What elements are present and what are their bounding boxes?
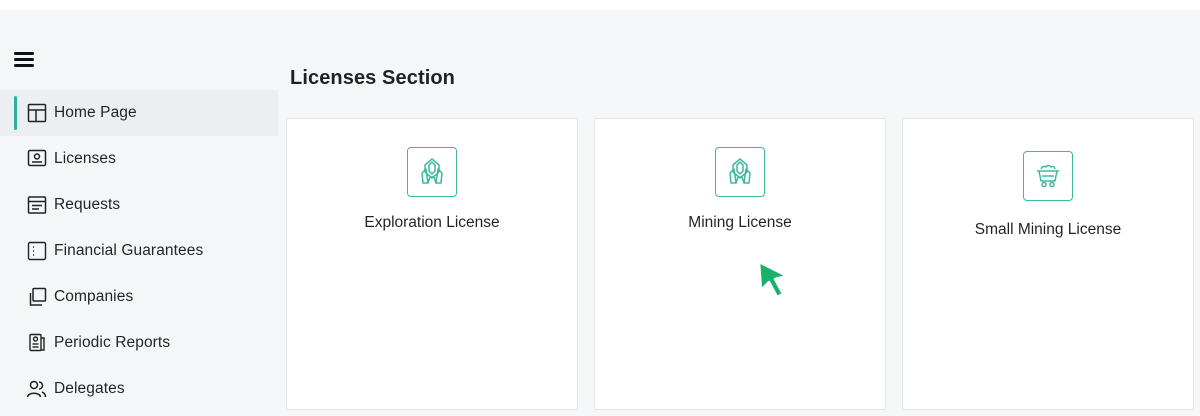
layout-icon — [26, 102, 48, 124]
crystal-icon — [715, 147, 765, 197]
sidebar-item-label: Periodic Reports — [54, 334, 171, 351]
sidebar-item-label: Delegates — [54, 380, 125, 397]
id-card-icon — [26, 148, 48, 170]
sidebar-item-licenses[interactable]: Licenses — [0, 136, 280, 182]
top-strip — [0, 0, 1200, 10]
ledger-icon — [26, 240, 48, 262]
sidebar-item-label: Licenses — [54, 150, 116, 167]
users-icon — [26, 378, 48, 400]
card-label: Exploration License — [364, 214, 500, 231]
sidebar-item-label: Companies — [54, 288, 134, 305]
sidebar-item-periodic-reports[interactable]: Periodic Reports — [0, 320, 280, 366]
sidebar-item-label: Financial Guarantees — [54, 242, 204, 259]
sidebar-item-companies[interactable]: Companies — [0, 274, 280, 320]
sidebar-item-requests[interactable]: Requests — [0, 182, 280, 228]
mine-cart-icon — [1023, 151, 1073, 201]
card-label: Mining License — [688, 214, 792, 231]
sidebar-item-financial-guarantees[interactable]: Financial Guarantees — [0, 228, 280, 274]
mining-license-card[interactable]: Mining License — [594, 118, 886, 410]
small-mining-license-card[interactable]: Small Mining License — [902, 118, 1194, 410]
sidebar: Home Page Licenses Requests Financial Gu… — [0, 90, 280, 412]
sidebar-item-delegates[interactable]: Delegates — [0, 366, 280, 412]
app-shell: Home Page Licenses Requests Financial Gu… — [0, 10, 1200, 416]
sidebar-item-label: Home Page — [54, 104, 137, 121]
sidebar-item-home-page[interactable]: Home Page — [0, 90, 278, 136]
sidebar-item-label: Requests — [54, 196, 121, 213]
page-title: Licenses Section — [290, 67, 455, 89]
card-label: Small Mining License — [974, 221, 1122, 238]
document-list-icon — [26, 194, 48, 216]
report-icon — [26, 332, 48, 354]
exploration-license-card[interactable]: Exploration License — [286, 118, 578, 410]
crystal-icon — [407, 147, 457, 197]
copy-squares-icon — [26, 286, 48, 308]
hamburger-menu-icon[interactable] — [14, 52, 34, 68]
